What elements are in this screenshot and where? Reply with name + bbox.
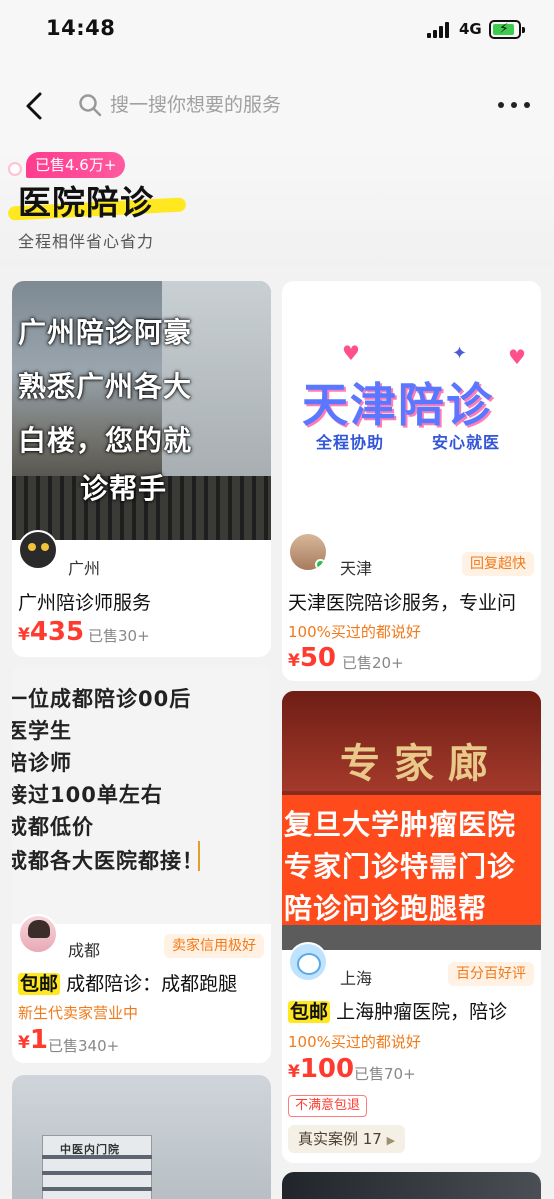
product-image: [282, 1172, 541, 1199]
image-text-line: 专家门诊特需门诊: [284, 850, 517, 883]
seller-avatar: [18, 914, 58, 954]
category-header: 已售4.6万+ 医院陪诊 全程相伴省心省力: [0, 148, 554, 266]
real-cases-button[interactable]: 真实案例 17 ▶: [288, 1125, 406, 1153]
product-card-tianjin[interactable]: ♥ ♥ ✦ 天津陪诊 全程协助 安心就医 天津 回复超快 天津医院陪诊服务，专业…: [282, 281, 541, 681]
seller-tag: 回复超快: [462, 552, 534, 576]
image-title: 天津陪诊: [302, 378, 494, 432]
image-text-right: 安心就医: [432, 433, 501, 452]
image-text-line: 成都低价: [12, 815, 94, 839]
seller-avatar: [288, 532, 328, 572]
product-title: 广州陪诊师服务: [18, 592, 152, 614]
seller-avatar: [288, 942, 328, 982]
product-image: 一位成都陪诊00后 医学生 陪诊师 接过100单左右 成都低价 成都各大医院都接…: [12, 665, 271, 924]
product-card-partial-left[interactable]: 中医内门院: [12, 1075, 271, 1199]
image-text-line: 陪诊问诊跑腿帮: [284, 892, 488, 925]
product-card-shanghai[interactable]: 专家廊 复旦大学肿瘤医院 专家门诊特需门诊 陪诊问诊跑腿帮 上海 百分百好评 包…: [282, 691, 541, 1163]
image-text-line: 成都各大医院都接！: [12, 849, 204, 873]
product-image: ♥ ♥ ✦ 天津陪诊 全程协助 安心就医: [282, 281, 541, 540]
product-title: 包邮 成都陪诊：成都跑腿: [18, 973, 238, 995]
product-price: ¥50: [288, 643, 337, 673]
sold-count: 已售340+: [48, 1037, 120, 1055]
product-price: ¥1: [18, 1025, 48, 1055]
image-text-line: 复旦大学肿瘤医院: [284, 808, 517, 841]
sold-count: 已售70+: [354, 1065, 416, 1083]
page-subtitle: 全程相伴省心省力: [18, 232, 155, 251]
product-price: ¥100: [288, 1054, 355, 1084]
image-text-line: 熟悉广州各大: [18, 370, 193, 403]
signal-icon: [427, 22, 453, 38]
seller-city: 广州: [68, 559, 101, 578]
search-input[interactable]: [110, 90, 470, 120]
review-note: 100%买过的都说好: [288, 623, 421, 641]
search-icon: [79, 94, 102, 117]
image-text-line: 广州陪诊阿豪: [18, 316, 193, 349]
page-title: 医院陪诊: [18, 183, 154, 222]
image-text-line: 接过100单左右: [12, 783, 163, 807]
seller-city: 成都: [68, 941, 101, 960]
free-shipping-badge: 包邮: [288, 1001, 331, 1023]
back-arrow-icon[interactable]: [22, 90, 50, 122]
network-label: 4G: [459, 20, 482, 38]
product-image: 广州陪诊阿豪 熟悉广州各大 白楼，您的就 诊帮手: [12, 281, 271, 540]
seller-tag: 百分百好评: [448, 962, 534, 986]
seller-city: 天津: [340, 559, 373, 578]
more-options-icon[interactable]: [498, 100, 534, 112]
review-note: 100%买过的都说好: [288, 1033, 421, 1051]
image-sign: 中医内门院: [60, 1143, 120, 1156]
product-title: 天津医院陪诊服务，专业问: [288, 592, 517, 614]
battery-icon: ⚡: [489, 20, 525, 39]
sold-count: 已售20+: [342, 654, 404, 672]
product-card-chengdu[interactable]: 一位成都陪诊00后 医学生 陪诊师 接过100单左右 成都低价 成都各大医院都接…: [12, 665, 271, 1063]
seller-city: 上海: [340, 969, 373, 988]
image-sign: 专家廊: [340, 740, 502, 787]
product-image: 专家廊 复旦大学肿瘤医院 专家门诊特需门诊 陪诊问诊跑腿帮: [282, 691, 541, 950]
image-text-line: 诊帮手: [80, 472, 168, 505]
chevron-right-icon: ▶: [386, 1134, 396, 1147]
nav-bar: [0, 62, 554, 148]
sales-badge: 已售4.6万+: [26, 152, 126, 178]
product-image: 中医内门院: [12, 1075, 271, 1199]
badge-dot: [8, 162, 22, 176]
image-text-left: 全程协助: [316, 433, 385, 452]
status-bar: 14:48 4G ⚡: [0, 0, 554, 62]
image-text-line: 白楼，您的就: [18, 424, 193, 457]
image-text-line: 陪诊师: [12, 751, 72, 775]
guarantee-tag: 不满意包退: [288, 1095, 368, 1117]
product-price: ¥435: [18, 617, 85, 647]
image-text-line: 一位成都陪诊00后: [12, 687, 192, 711]
status-time: 14:48: [46, 16, 116, 40]
seller-tag: 卖家信用极好: [164, 934, 264, 958]
seller-avatar: [18, 530, 58, 570]
image-text-line: 医学生: [12, 719, 72, 743]
product-title: 包邮 上海肿瘤医院，陪诊: [288, 1001, 508, 1023]
product-card-guangzhou[interactable]: 广州陪诊阿豪 熟悉广州各大 白楼，您的就 诊帮手 广州 广州陪诊师服务 ¥435…: [12, 281, 271, 657]
sold-count: 已售30+: [88, 627, 150, 645]
product-card-partial-right[interactable]: [282, 1172, 541, 1199]
free-shipping-badge: 包邮: [18, 973, 61, 995]
seller-note: 新生代卖家营业中: [18, 1004, 139, 1022]
search-bar[interactable]: [76, 90, 476, 120]
